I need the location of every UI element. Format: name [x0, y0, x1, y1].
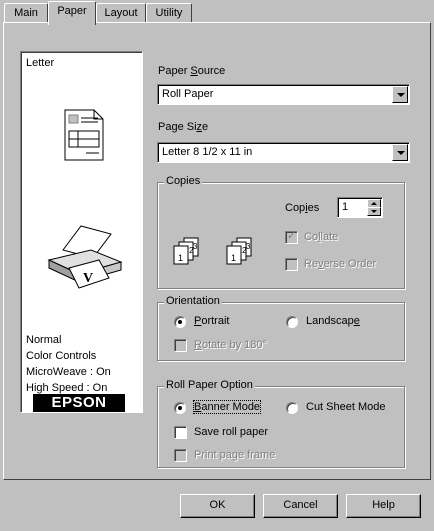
tab-layout[interactable]: Layout [96, 3, 146, 23]
landscape-radio[interactable] [286, 316, 298, 328]
tab-utility-label: Utility [155, 7, 183, 19]
tab-utility[interactable]: Utility [146, 3, 192, 23]
print-page-frame-checkbox[interactable] [174, 449, 187, 462]
copies-value: 1 [342, 201, 349, 213]
page-size-select[interactable]: Letter 8 1/2 x 11 in [157, 142, 410, 163]
help-button[interactable]: Help [346, 494, 421, 518]
cut-sheet-mode-label[interactable]: Cut Sheet Mode [306, 401, 386, 413]
ok-button[interactable]: OK [180, 494, 255, 518]
reverse-order-label: Reverse Order [304, 258, 377, 270]
status-line-color: Color Controls [26, 350, 97, 362]
chevron-up-icon [371, 202, 377, 205]
svg-text:1: 1 [178, 253, 183, 263]
cut-sheet-mode-radio[interactable] [286, 402, 298, 414]
chevron-down-icon[interactable] [392, 86, 408, 103]
copies-label: Copies [285, 202, 320, 214]
status-line-microweave: MicroWeave : On [26, 366, 111, 378]
svg-text:V: V [83, 271, 93, 286]
copies-input[interactable]: 1 [337, 197, 383, 218]
spin-down-button[interactable] [367, 207, 381, 216]
tab-main[interactable]: Main [4, 3, 48, 23]
tab-layout-label: Layout [104, 7, 138, 19]
epson-logo: EPSON [33, 394, 125, 412]
chevron-down-icon [371, 210, 377, 213]
collate-pages-icon: 1 2 3 [226, 237, 252, 265]
landscape-label[interactable]: Landscape [306, 315, 360, 327]
copies-group-title: Copies [164, 175, 203, 187]
svg-text:3: 3 [193, 242, 198, 251]
banner-mode-label[interactable]: Banner Mode [192, 400, 262, 414]
svg-text:1: 1 [231, 253, 236, 263]
status-line-quality: Normal [26, 334, 62, 346]
roll-paper-group-title: Roll Paper Option [164, 379, 255, 391]
paper-source-label: Paper Source [158, 65, 226, 77]
page-size-label: Page Size [158, 121, 209, 133]
tab-main-label: Main [14, 7, 38, 19]
cancel-button[interactable]: Cancel [263, 494, 338, 518]
banner-mode-radio[interactable] [174, 402, 186, 414]
collate-pages-icon: 1 2 3 [173, 237, 199, 265]
preview-pane: Letter V Normal Color Controls MicroWeav… [20, 51, 143, 413]
copies-group: Copies Copies 1 1 2 3 1 2 3 Collate Reve… [157, 175, 405, 289]
collate-label: Collate [304, 231, 339, 243]
rotate-180-label: Rotate by 180° [194, 339, 267, 351]
chevron-down-icon[interactable] [392, 144, 408, 161]
paper-source-select[interactable]: Roll Paper [157, 84, 410, 105]
portrait-radio[interactable] [174, 316, 186, 328]
page-size-value: Letter 8 1/2 x 11 in [162, 146, 253, 158]
orientation-group: Orientation Portrait Landscape Rotate by… [157, 295, 405, 361]
orientation-group-title: Orientation [164, 295, 222, 307]
print-page-frame-label: Print page frame [194, 449, 276, 461]
reverse-order-checkbox[interactable] [285, 258, 298, 271]
document-icon [64, 109, 104, 161]
collate-checkbox[interactable] [285, 229, 298, 244]
tab-paper[interactable]: Paper [48, 1, 96, 25]
tab-paper-label: Paper [57, 5, 87, 17]
save-roll-paper-label[interactable]: Save roll paper [194, 426, 268, 438]
rotate-180-checkbox[interactable] [174, 339, 187, 352]
printer-icon: V [47, 225, 123, 289]
preview-paper-label: Letter [26, 57, 55, 69]
save-roll-paper-checkbox[interactable] [174, 426, 187, 439]
paper-source-value: Roll Paper [162, 88, 214, 100]
portrait-label[interactable]: Portrait [194, 315, 229, 327]
roll-paper-group: Roll Paper Option Banner Mode Cut Sheet … [157, 379, 405, 468]
status-lines: Normal Color Controls MicroWeave : On Hi… [26, 332, 111, 396]
svg-text:3: 3 [246, 242, 251, 251]
